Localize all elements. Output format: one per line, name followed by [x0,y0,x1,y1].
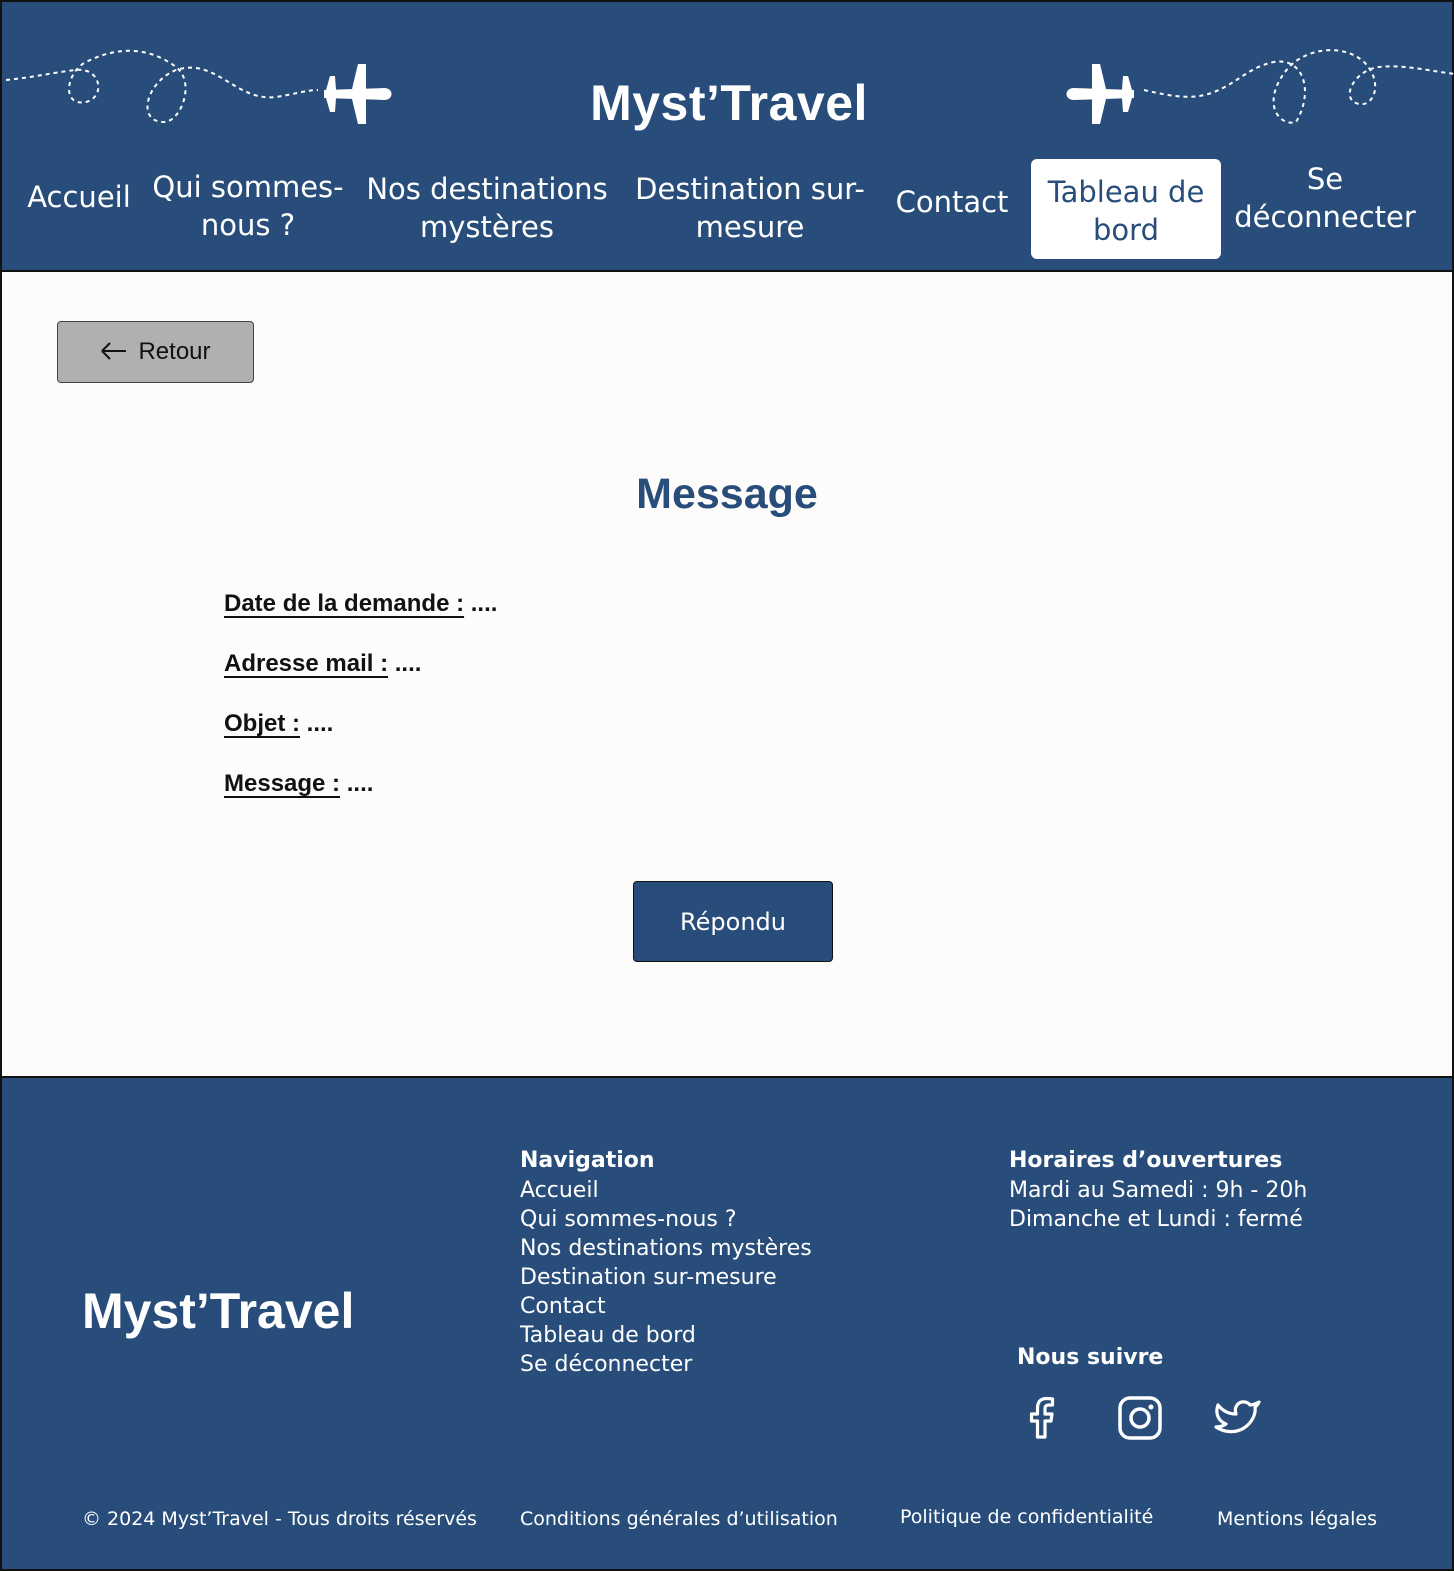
footer-navigation-title: Navigation [520,1148,655,1173]
footer-link-tableau-de-bord[interactable]: Tableau de bord [520,1321,812,1350]
nav-qui-sommes-nous[interactable]: Qui sommes- nous ? [150,168,346,244]
field-label: Message : [224,770,341,797]
site-header: Myst’Travel Accueil Qui sommes- nous ? N… [0,0,1454,272]
footer-hours-list: Mardi au Samedi : 9h - 20h Dimanche et L… [1009,1176,1307,1234]
nav-accueil[interactable]: Accueil [24,178,134,216]
nav-label: nous ? [200,208,296,242]
footer-link-contact[interactable]: Contact [520,1292,812,1321]
hours-closed: Dimanche et Lundi : fermé [1009,1207,1303,1232]
footer-hours-title: Horaires d’ouvertures [1009,1148,1283,1173]
nav-label: bord [1093,213,1159,247]
nav-destination-sur-mesure[interactable]: Destination sur- mesure [630,170,870,246]
footer-link-se-deconnecter[interactable]: Se déconnecter [520,1350,812,1379]
footer-link-qui-sommes-nous[interactable]: Qui sommes-nous ? [520,1205,812,1234]
field-value: .... [464,590,498,617]
nav-label: Destination sur- [635,172,865,206]
legal-link[interactable]: Mentions légales [1217,1508,1377,1530]
nav-label: mystères [420,210,554,244]
field-adresse-mail: Adresse mail : .... [224,650,421,678]
hours-weekdays: Mardi au Samedi : 9h - 20h [1009,1178,1308,1203]
airplane-icon [1066,64,1134,124]
nav-label: Tableau de [1047,175,1205,209]
footer-navigation-list: Accueil Qui sommes-nous ? Nos destinatio… [520,1176,812,1379]
field-label: Objet : [224,710,300,737]
social-links [1017,1393,1263,1443]
field-value: .... [388,650,422,677]
field-message: Message : .... [224,770,373,798]
nav-label: déconnecter [1234,200,1416,234]
nav-label: Se [1306,162,1344,196]
nav-destinations-mysteres[interactable]: Nos destinations mystères [362,170,612,246]
field-label: Date de la demande : [224,590,465,617]
copyright-text: © 2024 Myst’Travel - Tous droits réservé… [82,1508,477,1530]
site-footer: Myst’Travel Navigation Accueil Qui somme… [0,1076,1454,1571]
nav-label: Accueil [27,180,131,214]
footer-link-destinations-mysteres[interactable]: Nos destinations mystères [520,1234,812,1263]
reply-button[interactable]: Répondu [633,881,833,962]
twitter-icon[interactable] [1213,1393,1263,1443]
nav-se-deconnecter[interactable]: Se déconnecter [1230,160,1420,236]
field-date-demande: Date de la demande : .... [224,590,497,618]
nav-tableau-de-bord[interactable]: Tableau de bord [1031,159,1221,259]
footer-link-accueil[interactable]: Accueil [520,1176,812,1205]
nav-contact[interactable]: Contact [892,183,1012,221]
nav-label: Nos destinations [366,172,608,206]
nav-label: mesure [695,210,805,244]
facebook-icon[interactable] [1017,1393,1067,1443]
back-button[interactable]: Retour [57,321,254,383]
footer-follow-title: Nous suivre [1017,1345,1164,1370]
privacy-link[interactable]: Politique de confidentialité [900,1506,1153,1528]
nav-label: Qui sommes- [152,170,344,204]
footer-brand-title[interactable]: Myst’Travel [82,1282,354,1340]
page-title: Message [636,470,818,518]
arrow-left-icon [100,338,128,366]
flight-path-decoration-right [1066,49,1454,124]
footer-link-destination-sur-mesure[interactable]: Destination sur-mesure [520,1263,812,1292]
nav-label: Contact [895,185,1009,219]
field-objet: Objet : .... [224,710,333,738]
field-value: .... [300,710,334,737]
cgu-link[interactable]: Conditions générales d’utilisation [520,1508,838,1530]
instagram-icon[interactable] [1115,1393,1165,1443]
main-content: Retour Message Date de la demande : ....… [0,272,1454,1078]
back-button-label: Retour [138,338,211,365]
field-label: Adresse mail : [224,650,389,677]
field-value: .... [340,770,374,797]
